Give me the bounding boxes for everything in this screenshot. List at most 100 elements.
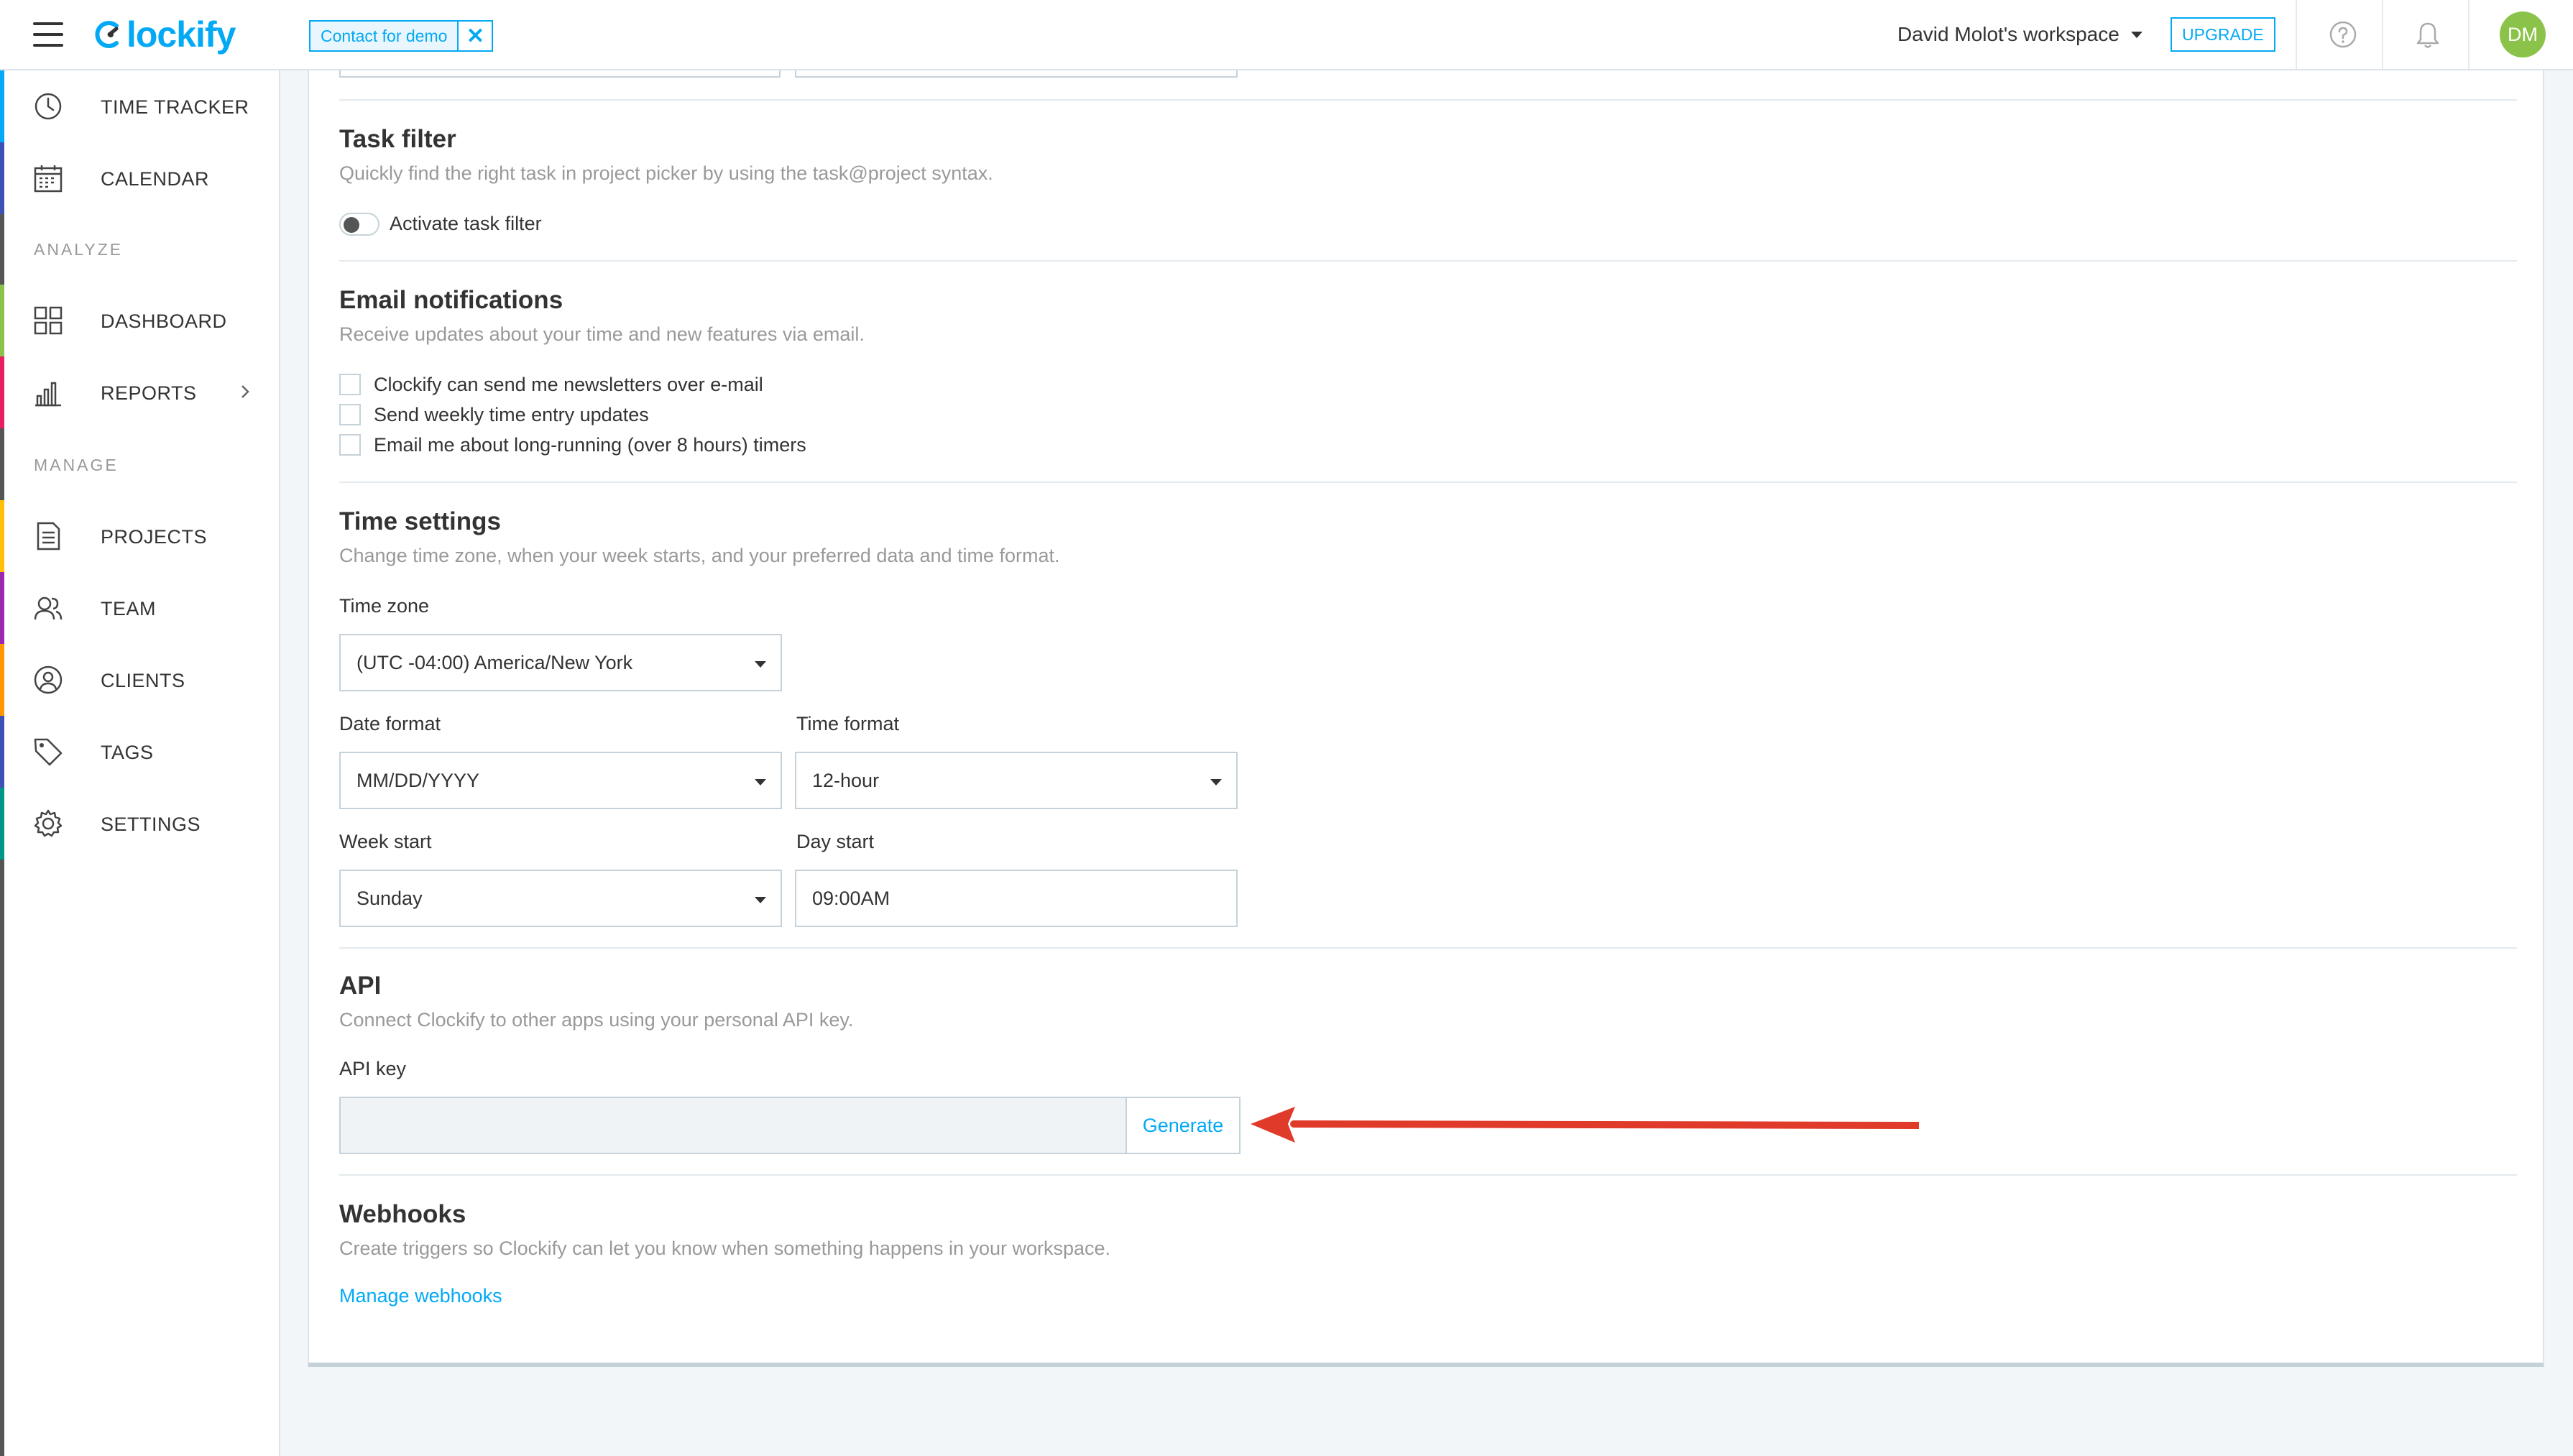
close-icon[interactable]: ✕ bbox=[457, 22, 492, 50]
time-format-value[interactable]: 12-hour bbox=[812, 770, 879, 792]
sidebar-item-label: TEAM bbox=[101, 598, 157, 619]
weekly-updates-checkbox[interactable] bbox=[339, 404, 361, 425]
api-key-field[interactable] bbox=[339, 1097, 1126, 1154]
long-running-timers-checkbox[interactable] bbox=[339, 434, 361, 456]
accent-bar bbox=[0, 572, 4, 644]
sidebar-item-label: CLIENTS bbox=[101, 670, 185, 691]
api-description: Connect Clockify to other apps using you… bbox=[339, 1009, 854, 1031]
chevron-down-icon[interactable] bbox=[1210, 779, 1222, 785]
chevron-down-icon[interactable] bbox=[2130, 31, 2142, 38]
week-start-select[interactable]: Sunday bbox=[339, 870, 782, 927]
email-notifications-description: Receive updates about your time and new … bbox=[339, 323, 865, 345]
contact-for-demo-label[interactable]: Contact for demo bbox=[310, 27, 457, 46]
time-zone-select[interactable]: (UTC -04:00) America/New York bbox=[339, 634, 782, 691]
newsletter-checkbox[interactable] bbox=[339, 374, 361, 395]
bar-chart-icon bbox=[35, 382, 61, 407]
document-icon bbox=[37, 522, 60, 550]
long-running-timers-checkbox-label[interactable]: Email me about long-running (over 8 hour… bbox=[374, 434, 806, 456]
tag-icon bbox=[34, 738, 63, 766]
contact-for-demo-chip[interactable]: Contact for demo ✕ bbox=[309, 20, 494, 52]
week-start-value[interactable]: Sunday bbox=[356, 888, 423, 910]
task-filter-toggle[interactable] bbox=[339, 213, 379, 236]
sidebar-item-label: TIME TRACKER bbox=[101, 96, 249, 118]
annotation-arrow-icon bbox=[1251, 1107, 1919, 1143]
section-divider bbox=[339, 482, 2517, 483]
sidebar-item-label: SETTINGS bbox=[101, 814, 201, 835]
toggle-knob bbox=[344, 217, 359, 233]
email-notifications-title: Email notifications bbox=[339, 286, 563, 314]
sidebar-item-label: REPORTS bbox=[101, 382, 197, 404]
day-start-input[interactable]: 09:00AM bbox=[795, 870, 1238, 927]
chevron-down-icon[interactable] bbox=[755, 661, 766, 668]
weekly-updates-checkbox-label[interactable]: Send weekly time entry updates bbox=[374, 404, 649, 426]
divider bbox=[2382, 0, 2383, 69]
logo-text: lockify bbox=[126, 14, 236, 55]
help-icon[interactable] bbox=[2329, 20, 2357, 49]
sidebar-item-calendar[interactable]: CALENDAR bbox=[0, 142, 279, 214]
sidebar-item-tags[interactable]: TAGS bbox=[0, 716, 279, 788]
dashboard-grid-icon bbox=[34, 306, 63, 335]
clock-icon bbox=[34, 93, 62, 120]
long-running-timers-checkbox-row[interactable]: Email me about long-running (over 8 hour… bbox=[339, 434, 806, 456]
webhooks-description: Create triggers so Clockify can let you … bbox=[339, 1238, 1111, 1259]
sidebar-item-label: PROJECTS bbox=[101, 526, 208, 548]
chevron-down-icon[interactable] bbox=[755, 897, 766, 903]
divider bbox=[2296, 0, 2297, 69]
api-key-label: API key bbox=[339, 1058, 407, 1079]
chevron-down-icon[interactable] bbox=[755, 779, 766, 785]
accent-bar bbox=[0, 70, 4, 142]
accent-bar bbox=[0, 716, 4, 788]
workspace-switcher[interactable]: David Molot's workspace bbox=[1897, 19, 2142, 50]
hamburger-menu-icon[interactable] bbox=[33, 22, 63, 47]
bell-icon[interactable] bbox=[2413, 20, 2442, 50]
sidebar-item-label: CALENDAR bbox=[101, 168, 210, 190]
sidebar-item-dashboard[interactable]: DASHBOARD bbox=[0, 285, 279, 356]
section-label-analyze: ANALYZE bbox=[34, 240, 124, 259]
weekly-updates-checkbox-row[interactable]: Send weekly time entry updates bbox=[339, 404, 649, 425]
time-settings-title: Time settings bbox=[339, 507, 501, 535]
accent-bar bbox=[0, 788, 4, 860]
section-divider bbox=[339, 260, 2517, 262]
sidebar-item-team[interactable]: TEAM bbox=[0, 572, 279, 644]
manage-webhooks-link[interactable]: Manage webhooks bbox=[339, 1285, 502, 1307]
workspace-name[interactable]: David Molot's workspace bbox=[1897, 23, 2119, 46]
upgrade-button[interactable]: UPGRADE bbox=[2171, 17, 2275, 52]
sidebar-item-projects[interactable]: PROJECTS bbox=[0, 500, 279, 572]
webhooks-title: Webhooks bbox=[339, 1200, 466, 1228]
time-zone-value[interactable]: (UTC -04:00) America/New York bbox=[356, 652, 632, 674]
generate-api-key-button[interactable]: Generate bbox=[1126, 1097, 1241, 1154]
time-format-label: Time format bbox=[796, 713, 900, 734]
sidebar: TIME TRACKER CALENDAR ANALYZE DASHBOARD … bbox=[0, 70, 280, 1456]
api-title: API bbox=[339, 972, 382, 1000]
sidebar-item-label: TAGS bbox=[101, 742, 154, 763]
day-start-label: Day start bbox=[796, 831, 875, 852]
sidebar-item-reports[interactable]: REPORTS bbox=[0, 356, 279, 428]
settings-card: Task filter Quickly find the right task … bbox=[308, 66, 2544, 1367]
sidebar-item-label: DASHBOARD bbox=[101, 310, 227, 332]
week-start-label: Week start bbox=[339, 831, 432, 852]
task-filter-description: Quickly find the right task in project p… bbox=[339, 162, 993, 184]
task-filter-toggle-label[interactable]: Activate task filter bbox=[390, 213, 542, 235]
day-start-value[interactable]: 09:00AM bbox=[812, 888, 890, 910]
date-format-value[interactable]: MM/DD/YYYY bbox=[356, 770, 479, 792]
accent-bar bbox=[0, 500, 4, 572]
clockify-logo[interactable]: lockify bbox=[95, 13, 236, 56]
accent-bar bbox=[0, 285, 4, 356]
time-zone-label: Time zone bbox=[339, 595, 430, 617]
chevron-right-icon[interactable] bbox=[237, 384, 253, 400]
avatar[interactable]: DM bbox=[2500, 11, 2546, 57]
sidebar-item-clients[interactable]: CLIENTS bbox=[0, 644, 279, 716]
gear-icon bbox=[34, 809, 63, 837]
accent-bar bbox=[0, 356, 4, 428]
section-divider bbox=[339, 1174, 2517, 1176]
divider bbox=[2468, 0, 2470, 69]
date-format-select[interactable]: MM/DD/YYYY bbox=[339, 752, 782, 809]
newsletter-checkbox-row[interactable]: Clockify can send me newsletters over e-… bbox=[339, 374, 763, 395]
time-settings-description: Change time zone, when your week starts,… bbox=[339, 545, 1060, 566]
time-format-select[interactable]: 12-hour bbox=[795, 752, 1238, 809]
section-divider bbox=[339, 947, 2517, 949]
newsletter-checkbox-label[interactable]: Clockify can send me newsletters over e-… bbox=[374, 374, 763, 396]
sidebar-item-settings[interactable]: SETTINGS bbox=[0, 788, 279, 860]
sidebar-item-time-tracker[interactable]: TIME TRACKER bbox=[0, 70, 279, 142]
task-filter-title: Task filter bbox=[339, 125, 456, 153]
